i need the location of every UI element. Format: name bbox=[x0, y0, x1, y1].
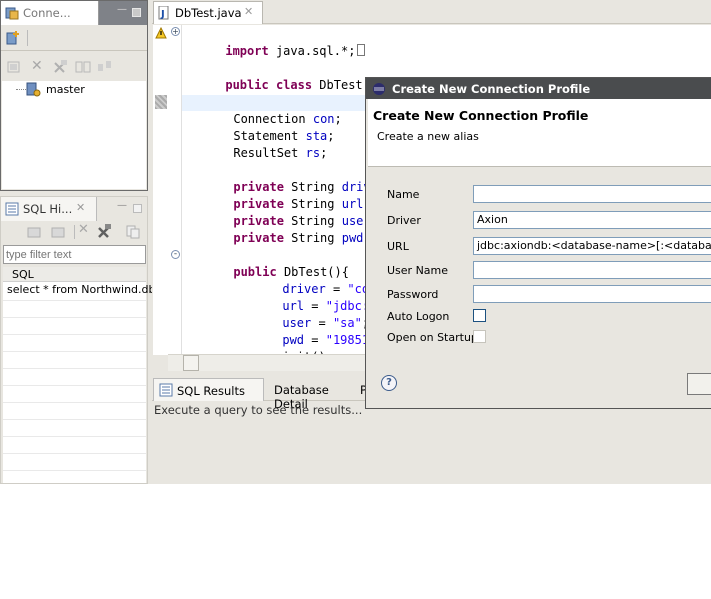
editor-tabbar: J DbTest.java ✕ bbox=[152, 0, 711, 24]
connections-toolbar-secondary: ✕ bbox=[1, 56, 147, 78]
filter-input[interactable] bbox=[3, 245, 146, 264]
dialog-subheading: Create a new alias bbox=[377, 130, 479, 143]
code-line: private String pwd; bbox=[233, 231, 370, 245]
editor-gutter bbox=[153, 25, 168, 355]
toolbar-separator bbox=[74, 225, 75, 239]
eclipse-icon bbox=[373, 83, 385, 95]
code-line: public DbTest(){ bbox=[233, 265, 349, 279]
code-line: import java.sql.*; bbox=[182, 27, 366, 58]
startup-label: Open on Startup bbox=[387, 331, 478, 344]
fold-expand-icon[interactable]: + bbox=[171, 27, 180, 36]
tree-item-label: master bbox=[46, 83, 85, 96]
scroll-left-button[interactable] bbox=[183, 355, 199, 371]
tab-sql-results[interactable]: SQL Results bbox=[153, 378, 264, 401]
name-label: Name bbox=[387, 188, 420, 201]
code-line: private String url; bbox=[233, 197, 370, 211]
delete-all-icon[interactable] bbox=[52, 60, 68, 74]
sql-history-tab[interactable]: SQL Hi... ✕ bbox=[1, 197, 97, 221]
code-line: ResultSet rs; bbox=[233, 146, 328, 160]
minimize-icon[interactable]: — bbox=[117, 4, 127, 15]
tree-item[interactable]: master bbox=[2, 81, 146, 99]
close-icon[interactable]: ✕ bbox=[76, 4, 88, 20]
dialog-header: Create New Connection Profile Create a n… bbox=[368, 99, 711, 167]
connections-tab-label: Conne... bbox=[23, 6, 71, 20]
remove-icon[interactable]: ✕ bbox=[78, 222, 89, 237]
connections-icon bbox=[5, 7, 19, 20]
table-cell: select * from Northwind.db... bbox=[7, 283, 166, 296]
username-label: User Name bbox=[387, 264, 449, 277]
history-table: SQL select * from Northwind.db... bbox=[3, 267, 166, 483]
autologon-checkbox[interactable] bbox=[473, 309, 486, 322]
driver-select[interactable]: Axion bbox=[473, 211, 711, 229]
table-row[interactable]: select * from Northwind.db... bbox=[3, 282, 166, 298]
url-label: URL bbox=[387, 240, 409, 253]
password-field[interactable] bbox=[473, 285, 711, 303]
open-editor-icon[interactable] bbox=[51, 225, 65, 239]
code-line: user = "sa"; bbox=[282, 316, 369, 330]
delete-icon[interactable]: ✕ bbox=[31, 58, 43, 74]
dialog-title-bar[interactable]: Create New Connection Profile bbox=[366, 78, 711, 99]
code-line: Connection con; bbox=[233, 112, 342, 126]
code-line: Statement sta; bbox=[233, 129, 335, 143]
sql-history-icon bbox=[5, 202, 19, 216]
results-message: Execute a query to see the results... bbox=[154, 403, 363, 417]
connections-tree: master bbox=[2, 81, 146, 189]
username-field[interactable] bbox=[473, 261, 711, 279]
maximize-icon[interactable] bbox=[132, 8, 141, 17]
svg-text:J: J bbox=[160, 9, 165, 20]
sql-history-tab-label: SQL Hi... bbox=[23, 202, 73, 216]
annotation-marker bbox=[155, 95, 167, 109]
sql-history-toolbar: ✕ bbox=[1, 221, 147, 243]
copy-icon[interactable] bbox=[126, 225, 140, 239]
column-header[interactable]: SQL bbox=[3, 267, 146, 282]
database-icon bbox=[26, 82, 41, 97]
close-icon[interactable]: ✕ bbox=[244, 5, 253, 18]
sql-history-tabbar: SQL Hi... ✕ — bbox=[1, 197, 147, 221]
column-header-label: SQL bbox=[12, 268, 34, 281]
editor-tab[interactable]: J DbTest.java ✕ bbox=[153, 1, 263, 24]
disconnect-icon[interactable] bbox=[97, 60, 113, 74]
toolbar-separator bbox=[27, 30, 28, 46]
dialog-heading: Create New Connection Profile bbox=[373, 108, 589, 123]
code-line: private String user; bbox=[233, 214, 378, 228]
edit-icon[interactable] bbox=[7, 60, 21, 74]
warning-icon bbox=[155, 27, 167, 39]
minimize-icon[interactable]: — bbox=[117, 200, 127, 211]
refresh-icon[interactable] bbox=[75, 60, 91, 74]
tab-label: SQL Results bbox=[177, 384, 245, 398]
remove-all-icon[interactable] bbox=[96, 224, 112, 240]
sql-history-view: SQL Hi... ✕ — ✕ type filter text SQL sel… bbox=[0, 196, 166, 484]
workbench: Conne... ✕ — ✕ master SQL Hi... ✕ — ✕ ty… bbox=[0, 0, 711, 484]
maximize-icon[interactable] bbox=[133, 204, 142, 213]
dialog-window-title: Create New Connection Profile bbox=[392, 82, 591, 96]
code-line: public class DbTest { bbox=[225, 78, 378, 92]
driver-label: Driver bbox=[387, 214, 421, 227]
code-line: init(); bbox=[239, 333, 333, 364]
close-icon[interactable]: ✕ bbox=[76, 201, 85, 214]
password-label: Password bbox=[387, 288, 439, 301]
connections-view: Conne... ✕ — ✕ master bbox=[0, 0, 148, 191]
editor-tab-label: DbTest.java bbox=[175, 6, 242, 20]
connections-tabbar: Conne... ✕ — bbox=[1, 1, 147, 25]
code-line: private String driver; bbox=[233, 180, 392, 194]
java-file-icon: J bbox=[158, 6, 169, 20]
execute-icon[interactable] bbox=[27, 225, 41, 239]
new-connection-icon[interactable] bbox=[5, 30, 21, 46]
autologon-label: Auto Logon bbox=[387, 310, 450, 323]
cursor-box bbox=[357, 44, 366, 56]
help-button[interactable]: ? bbox=[381, 375, 397, 391]
sql-results-icon bbox=[159, 383, 173, 397]
fold-collapse-icon[interactable]: - bbox=[171, 250, 180, 259]
url-field[interactable]: jdbc:axiondb:<database-name>[:<database-… bbox=[473, 237, 711, 255]
tab-database-detail[interactable]: Database Detail bbox=[266, 378, 362, 411]
dialog-action-button[interactable] bbox=[687, 373, 711, 395]
startup-checkbox[interactable] bbox=[473, 330, 486, 343]
connections-toolbar bbox=[1, 25, 147, 51]
name-field[interactable] bbox=[473, 185, 711, 203]
